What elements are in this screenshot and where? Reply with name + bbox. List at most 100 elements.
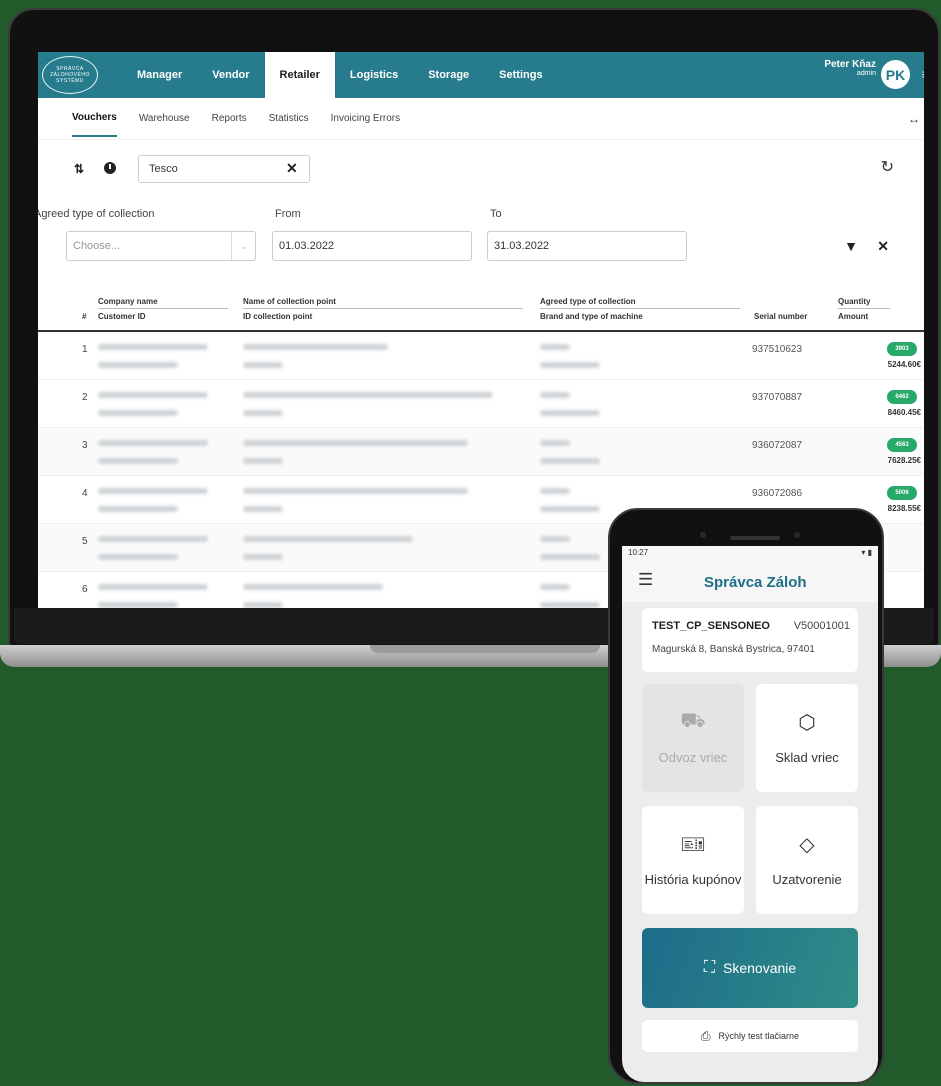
quantity-badge: 6462 (887, 390, 917, 404)
nav-tab-retailer[interactable]: Retailer (264, 52, 335, 98)
col-num: # (82, 312, 87, 321)
serial-number: 937510623 (752, 344, 803, 355)
scan-icon: ⛶ (703, 959, 716, 976)
amount-value: 7628.25€ (887, 456, 921, 465)
clock-icon[interactable] (104, 162, 116, 174)
close-icon[interactable]: ✕ (286, 160, 298, 177)
col-amount: Amount (838, 312, 869, 321)
tab-invoicing-errors[interactable]: Invoicing Errors (331, 101, 400, 136)
nav-tab-settings[interactable]: Settings (484, 52, 557, 98)
amount-value: 5244.60€ (887, 360, 921, 369)
company-logo[interactable]: SPRÁVCA ZÁLOHOVÉHO SYSTÉMU (42, 56, 98, 94)
phone-speaker (730, 536, 780, 540)
laptop-notch (370, 645, 600, 653)
printer-test-button[interactable]: ⎙ Rýchly test tlačiarne (642, 1020, 858, 1052)
row-number: 4 (82, 488, 88, 499)
tab-vouchers[interactable]: Vouchers (72, 100, 117, 137)
phone-camera (700, 532, 706, 538)
row-number: 2 (82, 392, 88, 403)
user-role: admin (856, 70, 876, 77)
status-time: 10:27 (628, 548, 649, 557)
app-bar: ☰ Správca Záloh (622, 562, 878, 602)
row-number: 1 (82, 344, 88, 355)
toolbar: ⇅ Tesco ✕ ↻ (38, 140, 924, 196)
col-company: Company name (98, 295, 228, 309)
to-label: To (490, 208, 502, 220)
app-title: Správca Záloh (704, 574, 807, 591)
table-header: # Company name Customer ID Name of colle… (38, 290, 924, 332)
serial-number: 936072087 (752, 440, 803, 451)
store-info-card: TEST_CP_SENSONEO V50001001 Magurská 8, B… (642, 608, 858, 672)
quantity-badge: 5006 (887, 486, 917, 500)
nav-tab-logistics[interactable]: Logistics (335, 52, 413, 98)
nav-tab-storage[interactable]: Storage (413, 52, 484, 98)
menu-icon[interactable]: ≡ (922, 66, 924, 82)
top-navigation-bar: SPRÁVCA ZÁLOHOVÉHO SYSTÉMU Manager Vendor … (38, 52, 924, 98)
table-row[interactable]: 1 937510623 3903 5244.60€ (38, 332, 923, 380)
user-info[interactable]: Peter Kňaz admin (824, 59, 876, 77)
row-number: 3 (82, 440, 88, 451)
row-number: 6 (82, 584, 88, 595)
col-point-id: ID collection point (243, 312, 313, 321)
sub-navigation: Vouchers Warehouse Reports Statistics In… (38, 98, 924, 140)
chevron-down-icon[interactable]: ⌄ (231, 232, 255, 260)
bag-warehouse-tile[interactable]: ⬡ Sklad vriec (756, 684, 858, 792)
scan-label: Skenovanie (723, 960, 797, 976)
tile-label: Odvoz vriec (658, 750, 728, 765)
from-label: From (275, 208, 301, 220)
store-id: V50001001 (793, 620, 850, 632)
clear-filter-icon[interactable]: ✕ (877, 238, 889, 255)
tile-label: Sklad vriec (775, 750, 839, 765)
scan-button[interactable]: ⛶ Skenovanie (642, 928, 858, 1008)
nav-tab-vendor[interactable]: Vendor (197, 52, 264, 98)
quantity-badge: 3903 (887, 342, 917, 356)
serial-number: 937070887 (752, 392, 803, 403)
ticket-icon: 🎫︎ (680, 834, 706, 856)
amount-value: 8238.55€ (887, 504, 921, 513)
store-address: Magurská 8, Banská Bystrica, 97401 (652, 644, 815, 655)
user-name: Peter Kňaz (824, 59, 876, 70)
avatar[interactable]: PK (881, 60, 910, 89)
printer-icon: ⎙ (700, 1028, 711, 1043)
table-row[interactable]: 2 937070887 6462 8460.45€ (38, 380, 923, 428)
quantity-badge: 4563 (887, 438, 917, 452)
collection-type-select[interactable]: Choose... (66, 231, 256, 261)
status-bar: 10:27 ▾ ▮ (622, 546, 878, 562)
to-date-field[interactable]: 31.03.2022 (487, 231, 687, 261)
store-code: TEST_CP_SENSONEO (652, 620, 770, 632)
truck-icon: ⛟ (680, 710, 706, 732)
col-machine: Brand and type of machine (540, 312, 643, 321)
tile-label: Uzatvorenie (772, 872, 842, 887)
tile-label: História kupónov (644, 872, 742, 887)
col-serial: Serial number (754, 312, 808, 321)
col-quantity: Quantity (838, 295, 890, 309)
nav-tab-manager[interactable]: Manager (122, 52, 197, 98)
bag-pickup-tile[interactable]: ⛟ Odvoz vriec (642, 684, 744, 792)
tag-icon: ◇ (799, 834, 815, 856)
filter-icon[interactable]: ▼ (844, 238, 858, 254)
table-row[interactable]: 3 936072087 4563 7628.25€ (38, 428, 923, 476)
closing-tile[interactable]: ◇ Uzatvorenie (756, 806, 858, 914)
printer-label: Rýchly test tlačiarne (718, 1031, 800, 1041)
menu-icon[interactable]: ☰ (638, 570, 653, 590)
box-icon: ⬡ (798, 712, 816, 734)
row-number: 5 (82, 536, 88, 547)
status-icons: ▾ ▮ (861, 548, 872, 557)
filter-panel: Agreed type of collection Choose... ⌄ Fr… (38, 196, 924, 282)
tab-reports[interactable]: Reports (212, 101, 247, 136)
refresh-icon[interactable]: ↻ (881, 157, 894, 177)
tab-statistics[interactable]: Statistics (269, 101, 309, 136)
phone-frame: 10:27 ▾ ▮ ☰ Správca Záloh TEST_CP_SENSON… (608, 508, 884, 1084)
expand-icon[interactable]: ↔ (908, 112, 920, 126)
collection-type-label: Agreed type of collection (38, 208, 155, 220)
col-type: Agreed type of collection (540, 295, 740, 309)
sort-icon[interactable]: ⇅ (74, 162, 84, 176)
search-input[interactable]: Tesco (138, 155, 310, 183)
col-customer: Customer ID (98, 312, 146, 321)
amount-value: 8460.45€ (887, 408, 921, 417)
coupon-history-tile[interactable]: 🎫︎ História kupónov (642, 806, 744, 914)
serial-number: 936072086 (752, 488, 803, 499)
tab-warehouse[interactable]: Warehouse (139, 101, 190, 136)
from-date-field[interactable]: 01.03.2022 (272, 231, 472, 261)
phone-sensor (794, 532, 800, 538)
